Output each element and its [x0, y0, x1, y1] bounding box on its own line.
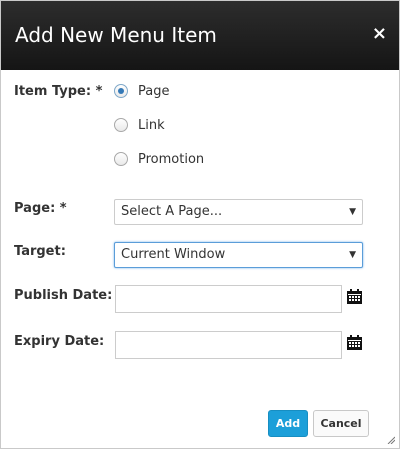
item-type-label: Item Type: *: [14, 84, 103, 99]
publish-date-input[interactable]: [115, 285, 342, 313]
publish-date-label: Publish Date:: [14, 288, 113, 303]
radio-option-page[interactable]: Page: [114, 82, 169, 100]
page-select-value: Select A Page...: [121, 204, 223, 219]
cancel-button[interactable]: Cancel: [313, 410, 369, 437]
target-select-value: Current Window: [121, 247, 226, 262]
radio-page-label: Page: [138, 83, 170, 99]
dialog-titlebar: Add New Menu Item ×: [1, 1, 399, 70]
target-label: Target:: [14, 244, 66, 259]
resize-grip-icon[interactable]: [387, 436, 395, 444]
dialog-title: Add New Menu Item: [15, 23, 217, 47]
expiry-date-label: Expiry Date:: [14, 334, 105, 349]
expiry-date-input[interactable]: [115, 331, 342, 359]
radio-promotion-label: Promotion: [138, 151, 205, 167]
calendar-icon[interactable]: [347, 289, 362, 304]
chevron-down-icon: ▼: [349, 207, 356, 217]
page-label: Page: *: [14, 201, 67, 216]
radio-promotion[interactable]: [114, 152, 128, 166]
radio-page[interactable]: [114, 84, 128, 98]
calendar-icon[interactable]: [347, 335, 362, 350]
radio-link-label: Link: [138, 117, 165, 133]
add-button[interactable]: Add: [268, 410, 308, 437]
add-menu-item-dialog: Add New Menu Item × Item Type: * Page Li…: [0, 0, 400, 449]
radio-link[interactable]: [114, 118, 128, 132]
radio-option-promotion[interactable]: Promotion: [114, 150, 204, 168]
radio-option-link[interactable]: Link: [114, 116, 165, 134]
close-icon[interactable]: ×: [372, 24, 387, 44]
page-select[interactable]: Select A Page... ▼: [114, 199, 363, 225]
chevron-down-icon: ▼: [349, 250, 356, 260]
target-select[interactable]: Current Window ▼: [114, 242, 363, 268]
